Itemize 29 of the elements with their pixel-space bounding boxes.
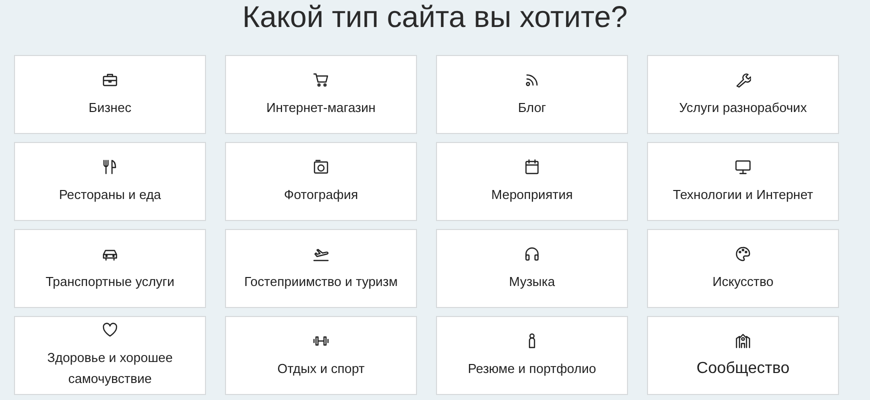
wrench-icon bbox=[735, 72, 751, 88]
site-type-card[interactable]: Резюме и портфолио bbox=[436, 316, 628, 395]
site-type-card[interactable]: Рестораны и еда bbox=[14, 142, 206, 221]
site-type-card[interactable]: Транспортные услуги bbox=[14, 229, 206, 308]
site-type-card[interactable]: Интернет-магазин bbox=[225, 55, 417, 134]
site-type-card[interactable]: Искусство bbox=[647, 229, 839, 308]
site-type-card[interactable]: Сообщество bbox=[647, 316, 839, 395]
feed-icon bbox=[524, 72, 540, 88]
headphones-icon bbox=[524, 246, 540, 262]
heart-icon bbox=[102, 322, 118, 338]
palette-icon bbox=[735, 246, 751, 262]
briefcase-icon bbox=[102, 72, 118, 88]
monitor-icon bbox=[735, 158, 751, 174]
site-type-card[interactable]: Отдых и спорт bbox=[225, 316, 417, 395]
site-type-card[interactable]: Музыка bbox=[436, 229, 628, 308]
site-type-card[interactable]: Фотография bbox=[225, 142, 417, 221]
cart-icon bbox=[313, 72, 329, 88]
page-title: Какой тип сайта вы хотите? bbox=[241, 0, 629, 36]
site-type-card[interactable]: Здоровье и хорошее самочувствие bbox=[14, 316, 206, 395]
site-type-card[interactable]: Бизнес bbox=[14, 55, 206, 134]
site-type-card[interactable]: Мероприятия bbox=[436, 142, 628, 221]
cutlery-icon bbox=[102, 158, 118, 174]
site-type-card[interactable]: Услуги разнорабочих bbox=[647, 55, 839, 134]
building-icon bbox=[735, 332, 751, 348]
site-type-card[interactable]: Технологии и Интернет bbox=[647, 142, 839, 221]
calendar-icon bbox=[524, 158, 540, 174]
site-type-card[interactable]: Блог bbox=[436, 55, 628, 134]
camera-icon bbox=[313, 158, 329, 174]
site-type-card[interactable]: Гостеприимство и туризм bbox=[225, 229, 417, 308]
